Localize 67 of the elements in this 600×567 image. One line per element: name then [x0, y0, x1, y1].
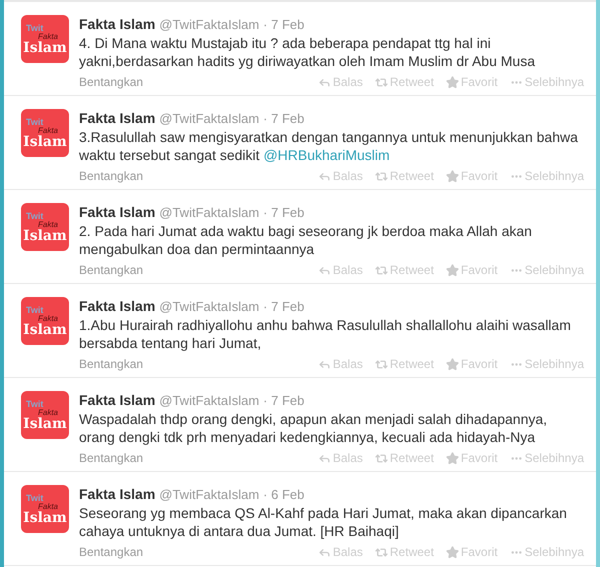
- avatar[interactable]: Twit Fakta Islam: [21, 485, 69, 533]
- avatar[interactable]: Twit Fakta Islam: [21, 15, 69, 63]
- author-handle[interactable]: @TwitFaktaIslam: [159, 204, 260, 222]
- avatar-text: Islam: [23, 40, 67, 54]
- author-name[interactable]: Fakta Islam: [79, 203, 156, 221]
- avatar-text: Twit: [26, 212, 44, 220]
- star-icon: [446, 76, 459, 88]
- avatar[interactable]: Twit Fakta Islam: [21, 203, 69, 251]
- star-icon: [446, 264, 459, 276]
- expand-link[interactable]: Bentangkan: [79, 261, 144, 279]
- tweet-date[interactable]: · 7 Feb: [263, 16, 304, 34]
- tweet-text: 2. Pada hari Jumat ada waktu bagi seseorang jk berdoa maka Allah akan mengabulkan doa dan permintaannya: [79, 222, 533, 258]
- retweet-icon: [374, 76, 388, 88]
- avatar[interactable]: Twit Fakta Islam: [21, 391, 69, 439]
- star-icon: [446, 170, 459, 182]
- avatar-text: Islam: [23, 510, 67, 524]
- tweet-date[interactable]: · 7 Feb: [263, 204, 304, 222]
- avatar-text: Fakta: [38, 32, 58, 40]
- author-handle[interactable]: @TwitFaktaIslam: [159, 392, 260, 410]
- retweet-icon: [374, 264, 388, 276]
- expand-link[interactable]: Bentangkan: [79, 543, 144, 561]
- author-name[interactable]: Fakta Islam: [79, 297, 156, 315]
- expand-link[interactable]: Bentangkan: [79, 449, 144, 467]
- expand-link[interactable]: Bentangkan: [79, 73, 144, 91]
- avatar[interactable]: Twit Fakta Islam: [21, 109, 69, 157]
- tweet-date[interactable]: · 7 Feb: [263, 392, 304, 410]
- author-handle[interactable]: @TwitFaktaIslam: [159, 16, 260, 34]
- author-name[interactable]: Fakta Islam: [79, 485, 156, 503]
- tweet-date[interactable]: · 7 Feb: [263, 298, 304, 316]
- tweet-text: 3.Rasulullah saw mengisyaratkan dengan tangannya untuk menunjukkan bahwa waktu tersebut sangat sedikit @HRBukhariMuslim: [79, 128, 579, 164]
- author-handle[interactable]: @TwitFaktaIslam: [159, 486, 260, 504]
- star-icon: [446, 546, 459, 558]
- avatar-text: Twit: [26, 306, 44, 314]
- avatar-text: Islam: [23, 416, 67, 430]
- author-name[interactable]: Fakta Islam: [79, 391, 156, 409]
- avatar-text: Twit: [26, 400, 44, 408]
- avatar-text: Islam: [23, 134, 67, 148]
- author-handle[interactable]: @TwitFaktaIslam: [159, 110, 260, 128]
- author-name[interactable]: Fakta Islam: [79, 109, 156, 127]
- avatar-text: Islam: [23, 322, 67, 336]
- avatar-text: Fakta: [38, 220, 58, 228]
- mention-link[interactable]: @HRBukhariMuslim: [263, 147, 390, 163]
- tweet-date[interactable]: · 6 Feb: [263, 486, 304, 504]
- avatar-text: Twit: [26, 24, 44, 32]
- retweet-icon: [374, 452, 388, 464]
- avatar-text: Twit: [26, 118, 44, 126]
- author-name[interactable]: Fakta Islam: [79, 15, 156, 33]
- expand-link[interactable]: Bentangkan: [79, 355, 144, 373]
- retweet-icon: [374, 170, 388, 182]
- tweet-date[interactable]: · 7 Feb: [263, 110, 304, 128]
- avatar-text: Islam: [23, 228, 67, 242]
- author-handle[interactable]: @TwitFaktaIslam: [159, 298, 260, 316]
- tweet-text: 1.Abu Hurairah radhiyallohu anhu bahwa Rasulullah shallallohu alaihi wasallam bersabda tentang hari Jumat,: [79, 316, 572, 352]
- avatar-text: Twit: [26, 494, 44, 502]
- avatar[interactable]: Twit Fakta Islam: [21, 297, 69, 345]
- retweet-icon: [374, 546, 388, 558]
- avatar-text: Fakta: [38, 314, 58, 322]
- retweet-icon: [374, 358, 388, 370]
- star-icon: [446, 358, 459, 370]
- avatar-text: Fakta: [38, 126, 58, 134]
- tweet-text: Waspadalah thdp orang dengki, apapun akan menjadi salah dihadapannya, orang dengki tdk prh menyadari kedengkiannya, kecuali ada hidayah-Nya: [79, 410, 548, 446]
- avatar-text: Fakta: [38, 502, 58, 510]
- tweet-text: 4. Di Mana waktu Mustajab itu ? ada beberapa pendapat ttg hal ini yakni,berdasarkan hadits yg diriwayatkan oleh Imam Muslim dr Abu Musa: [79, 34, 536, 70]
- avatar-text: Fakta: [38, 408, 58, 416]
- expand-link[interactable]: Bentangkan: [79, 167, 144, 185]
- tweet-text: Seseorang yg membaca QS Al-Kahf pada Hari Jumat, maka akan dipancarkan cahaya untuknya di antara dua Jumat. [HR Baihaqi]: [79, 504, 568, 540]
- star-icon: [446, 452, 459, 464]
